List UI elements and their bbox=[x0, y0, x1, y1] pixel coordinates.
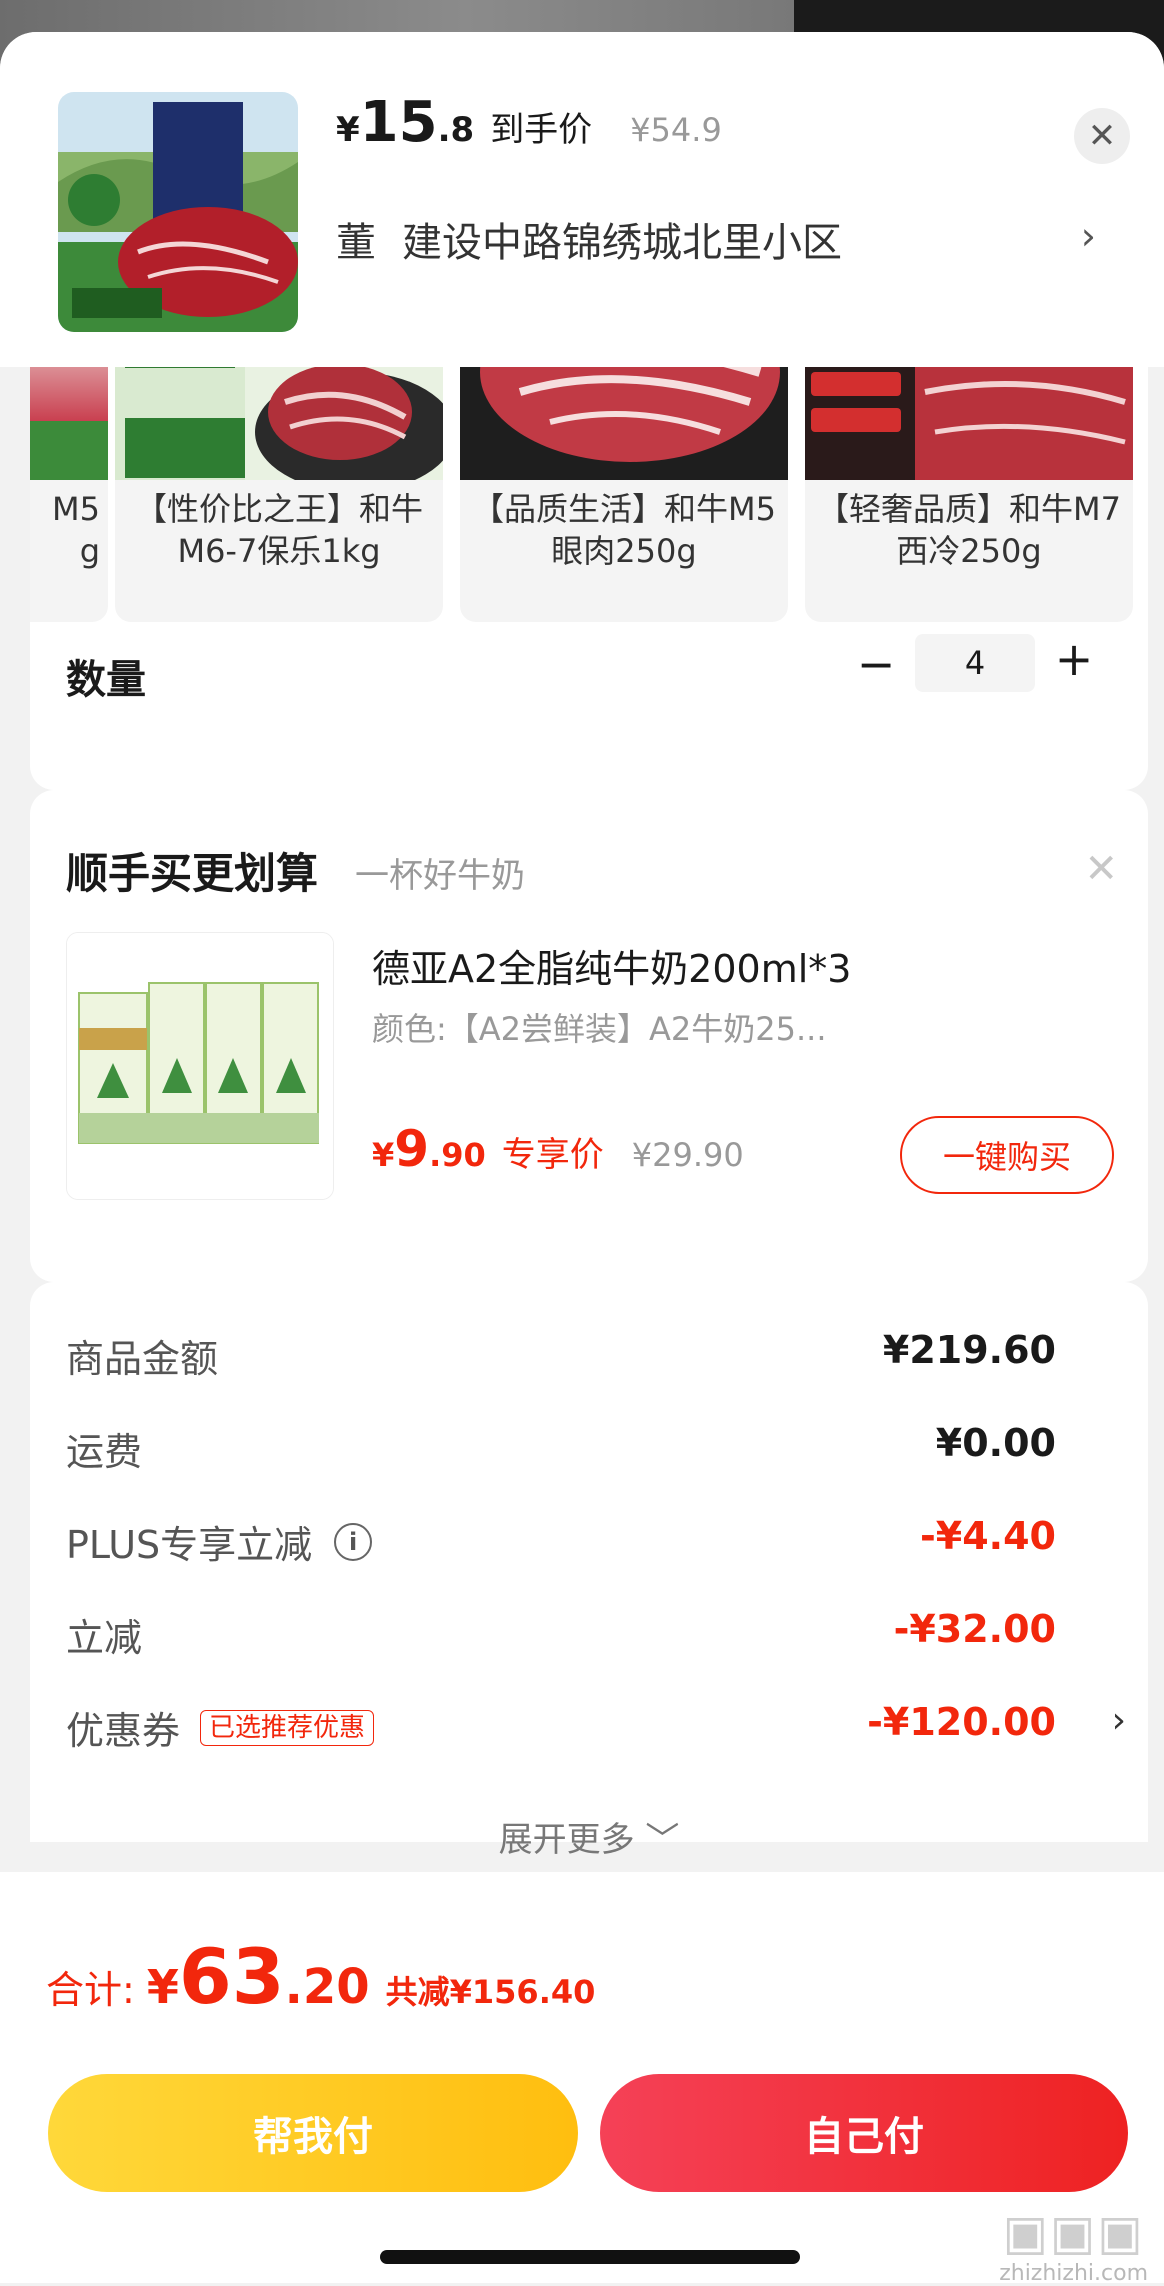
sku-name: M5 g bbox=[52, 490, 100, 570]
summary-row-instant-discount: 立减 -¥32.00 bbox=[66, 1607, 1086, 1667]
quantity-label: 数量 bbox=[66, 657, 146, 703]
checkout-footer: 合计: ¥ 63 .20 共减¥156.40 帮我付 自己付 bbox=[0, 1872, 1164, 2283]
total-row: 合计: ¥ 63 .20 共减¥156.40 bbox=[46, 1932, 595, 2021]
total-saved: 共减¥156.40 bbox=[385, 1973, 596, 2011]
total-integer: 63 bbox=[178, 1932, 285, 2021]
watermark: ▣▣▣ zhizhizhi.com bbox=[999, 2205, 1148, 2286]
product-thumbnail bbox=[58, 92, 298, 332]
summary-row-coupon[interactable]: 优惠券 已选推荐优惠 -¥120.00 › bbox=[66, 1700, 1126, 1760]
sku-name: 【品质生活】和牛M5眼肉250g bbox=[472, 490, 776, 570]
addon-price-row: ¥ 9 .90 专享价 ¥29.90 bbox=[372, 1120, 744, 1178]
summary-value: -¥4.40 bbox=[920, 1514, 1056, 1558]
summary-value: ¥0.00 bbox=[935, 1421, 1056, 1465]
summary-label: 立减 bbox=[66, 1616, 143, 1660]
addon-product-spec: 颜色:【A2尝鲜装】A2牛奶25... bbox=[372, 1010, 827, 1048]
addon-original-price: ¥29.90 bbox=[631, 1136, 744, 1174]
addon-price-currency: ¥ bbox=[372, 1136, 395, 1174]
price-integer: 15 bbox=[359, 90, 438, 155]
watermark-logo: ▣▣▣ bbox=[1002, 2205, 1145, 2261]
addon-card: 顺手买更划算 一杯好牛奶 ✕ 德亚A2全脂纯牛奶200ml*3 颜色:【A2尝鲜… bbox=[30, 790, 1148, 1282]
price-tag: 到手价 bbox=[490, 110, 593, 150]
summary-label: PLUS专享立减 i bbox=[66, 1514, 373, 1569]
addon-title: 顺手买更划算 bbox=[66, 849, 319, 898]
original-price: ¥54.9 bbox=[630, 111, 722, 149]
address-text: 建设中路锦绣城北里小区 bbox=[402, 220, 842, 266]
checkout-sheet: ¥ 15 .8 到手价 ¥54.9 ✕ 董 建设中路锦绣城北里小区 › M5 g bbox=[0, 32, 1164, 2283]
one-click-buy-button[interactable]: 一键购买 bbox=[900, 1116, 1114, 1194]
close-icon: ✕ bbox=[1087, 116, 1117, 156]
expand-more-button[interactable]: 展开更多 ﹀ bbox=[30, 1812, 1148, 1861]
total-label: 合计: bbox=[46, 1968, 135, 2012]
pay-myself-button[interactable]: 自己付 bbox=[600, 2074, 1128, 2192]
info-icon[interactable]: i bbox=[334, 1522, 373, 1561]
quantity-input[interactable]: 4 bbox=[915, 634, 1035, 692]
sku-option[interactable]: 【品质生活】和牛M5眼肉250g bbox=[460, 332, 788, 622]
addon-close-icon[interactable]: ✕ bbox=[1084, 846, 1118, 892]
address-selector[interactable]: 董 建设中路锦绣城北里小区 › bbox=[336, 210, 1096, 268]
summary-value: ¥219.60 bbox=[882, 1328, 1056, 1372]
addon-subtitle: 一杯好牛奶 bbox=[355, 856, 525, 896]
quantity-minus-button[interactable]: − bbox=[856, 637, 896, 691]
summary-label-text: PLUS专享立减 bbox=[66, 1523, 313, 1567]
summary-label: 运费 bbox=[66, 1430, 143, 1474]
total-currency: ¥ bbox=[146, 1960, 179, 2014]
close-button[interactable]: ✕ bbox=[1074, 108, 1130, 164]
price-summary: 商品金额 ¥219.60 运费 ¥0.00 PLUS专享立减 i -¥4.40 … bbox=[30, 1282, 1148, 1860]
addon-product-image[interactable] bbox=[66, 932, 334, 1200]
price-currency: ¥ bbox=[336, 110, 360, 150]
summary-label-text: 优惠券 bbox=[66, 1709, 181, 1753]
home-indicator[interactable] bbox=[380, 2250, 800, 2264]
price-decimal: .8 bbox=[437, 110, 475, 150]
addon-price-decimal: .90 bbox=[429, 1136, 486, 1174]
coupon-badge: 已选推荐优惠 bbox=[200, 1709, 375, 1746]
sku-name: 【性价比之王】和牛M6-7保乐1kg bbox=[134, 490, 423, 570]
summary-row-subtotal: 商品金额 ¥219.60 bbox=[66, 1328, 1086, 1388]
product-price-row: ¥ 15 .8 到手价 ¥54.9 bbox=[336, 90, 722, 155]
sku-name: 【轻奢品质】和牛M7西冷250g bbox=[817, 490, 1121, 570]
summary-row-shipping: 运费 ¥0.00 bbox=[66, 1421, 1086, 1481]
product-header: ¥ 15 .8 到手价 ¥54.9 ✕ 董 建设中路锦绣城北里小区 › bbox=[0, 32, 1164, 367]
sku-option[interactable]: 【轻奢品质】和牛M7西冷250g bbox=[805, 332, 1133, 622]
sku-strip[interactable]: M5 g 【性价比之王】和牛M6-7保乐1kg 【品质生活】和牛M5眼肉250g… bbox=[30, 332, 1148, 622]
address-recipient: 董 bbox=[336, 220, 376, 266]
summary-label: 优惠券 已选推荐优惠 bbox=[66, 1700, 375, 1755]
summary-label: 商品金额 bbox=[66, 1337, 219, 1381]
total-decimal: .20 bbox=[284, 1959, 370, 2015]
chevron-right-icon: › bbox=[1080, 214, 1096, 258]
chevron-right-icon: › bbox=[1111, 1700, 1126, 1741]
summary-row-plus-discount: PLUS专享立减 i -¥4.40 bbox=[66, 1514, 1086, 1574]
summary-value: -¥32.00 bbox=[893, 1607, 1056, 1651]
watermark-text: zhizhizhi.com bbox=[999, 2261, 1148, 2286]
sku-option[interactable]: 【性价比之王】和牛M6-7保乐1kg bbox=[115, 332, 443, 622]
addon-price-tag: 专享价 bbox=[501, 1135, 604, 1175]
sku-option[interactable]: M5 g bbox=[30, 332, 108, 622]
help-me-pay-button[interactable]: 帮我付 bbox=[48, 2074, 578, 2192]
addon-product-name[interactable]: 德亚A2全脂纯牛奶200ml*3 bbox=[372, 938, 851, 993]
quantity-plus-button[interactable]: + bbox=[1054, 632, 1094, 686]
addon-price-integer: 9 bbox=[394, 1120, 430, 1178]
summary-value: -¥120.00 bbox=[867, 1700, 1056, 1744]
